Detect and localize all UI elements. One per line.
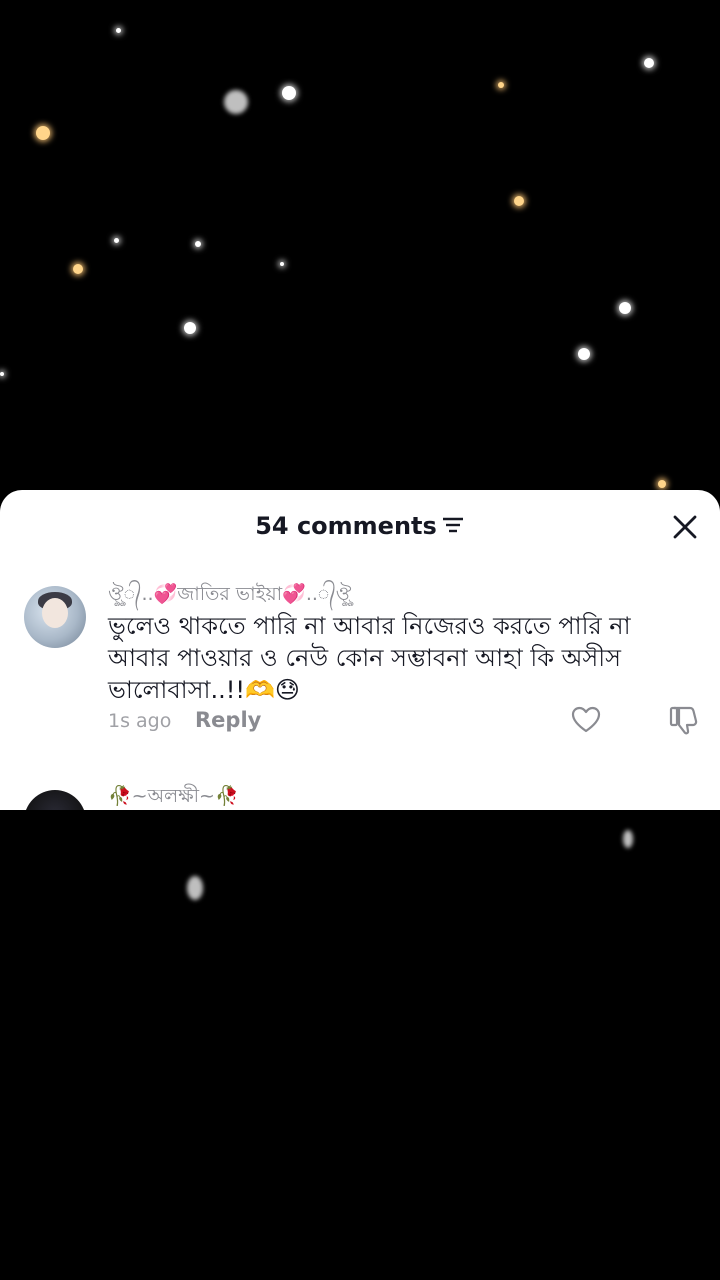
avatar[interactable] bbox=[24, 586, 86, 648]
star bbox=[195, 241, 201, 247]
star bbox=[116, 28, 121, 33]
star bbox=[282, 86, 296, 100]
star bbox=[0, 372, 4, 376]
avatar[interactable] bbox=[24, 790, 86, 810]
star bbox=[36, 126, 50, 140]
star bbox=[578, 348, 590, 360]
star bbox=[514, 196, 524, 206]
heart-icon bbox=[571, 706, 601, 733]
filter-icon[interactable] bbox=[441, 513, 465, 541]
comments-title[interactable]: 54 comments bbox=[0, 512, 720, 541]
reply-button[interactable]: Reply bbox=[195, 708, 261, 732]
star bbox=[114, 238, 119, 243]
comment-username[interactable]: ঔৣ᭄..💞জাতির ভাইয়া💞..᭄ঔৣ bbox=[108, 580, 351, 614]
comment-item: 🥀~অলক্ষী~🥀 bbox=[0, 778, 720, 810]
star bbox=[658, 480, 666, 488]
comment-text: ভুলেও থাকতে পারি না আবার নিজেরও করতে পার… bbox=[108, 612, 631, 704]
comments-header: 54 comments bbox=[0, 490, 720, 562]
star bbox=[224, 90, 248, 114]
star bbox=[184, 322, 196, 334]
comment-item: ঔৣ᭄..💞জাতির ভাইয়া💞..᭄ঔৣ ভুলেও থাকতে পার… bbox=[0, 576, 720, 746]
close-button[interactable] bbox=[670, 512, 700, 542]
like-button[interactable] bbox=[570, 704, 602, 736]
star bbox=[623, 830, 633, 848]
comment-count: 54 comments bbox=[255, 512, 437, 540]
star bbox=[187, 876, 203, 900]
star bbox=[644, 58, 654, 68]
comment-meta: 1s ago Reply bbox=[108, 706, 708, 736]
comment-username[interactable]: 🥀~অলক্ষী~🥀 bbox=[108, 782, 239, 810]
avatar-face bbox=[42, 598, 68, 628]
star bbox=[619, 302, 631, 314]
star bbox=[498, 82, 504, 88]
star bbox=[73, 264, 83, 274]
close-icon bbox=[673, 515, 697, 539]
thumbs-down-icon bbox=[669, 706, 698, 735]
comments-panel: 54 comments ঔৣ᭄..💞জাতির ভাইয়া💞..᭄ঔৣ ভুল… bbox=[0, 490, 720, 810]
dislike-button[interactable] bbox=[668, 704, 700, 736]
comment-time: 1s ago bbox=[108, 710, 172, 732]
star bbox=[280, 262, 284, 266]
